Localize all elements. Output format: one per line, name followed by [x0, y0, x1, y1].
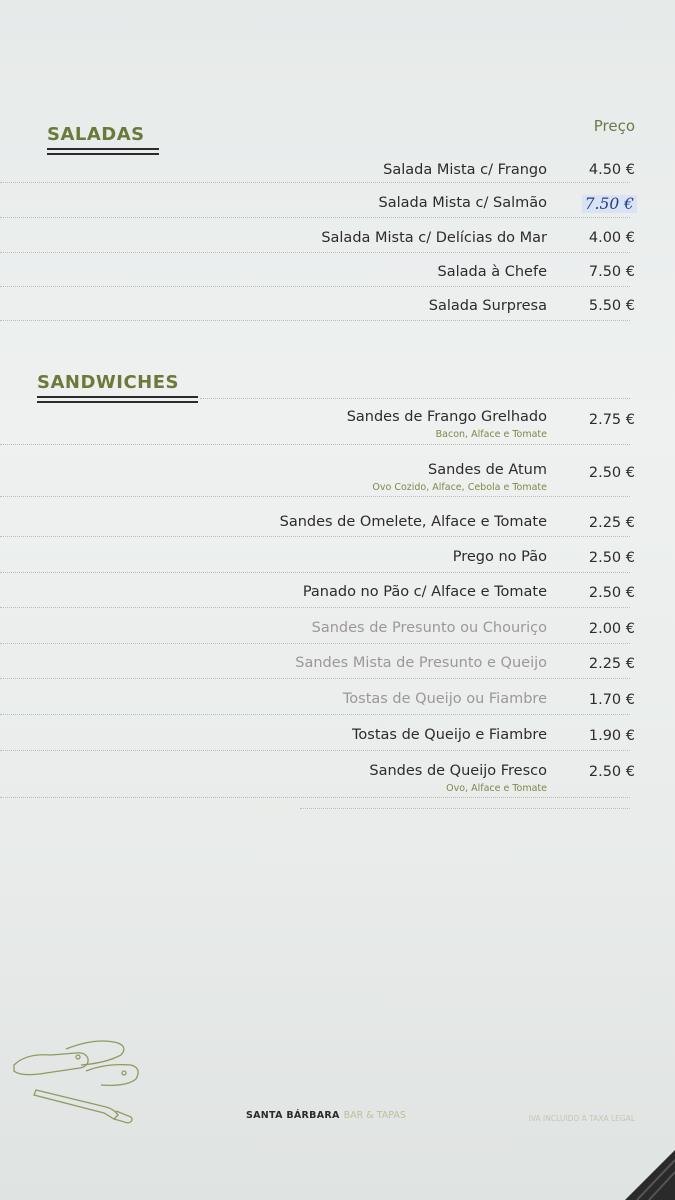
item-name: Sandes de Omelete, Alface e Tomate	[279, 514, 547, 530]
item-price: 2.50 €	[588, 585, 635, 601]
brand-name: SANTA BÁRBARA	[246, 1110, 340, 1121]
item-name: Tostas de Queijo e Fiambre	[352, 727, 547, 743]
dotted-leader	[0, 286, 630, 287]
dotted-leader	[300, 808, 630, 809]
item-name: Salada Surpresa	[428, 298, 547, 314]
dotted-leader	[0, 714, 630, 715]
price-column-header: Preço	[593, 117, 635, 135]
title-underline	[47, 153, 159, 155]
item-price: 4.50 €	[588, 162, 635, 178]
corner-decoration	[625, 1150, 675, 1200]
item-name: Panado no Pão c/ Alface e Tomate	[302, 584, 547, 600]
item-price: 4.00 €	[588, 230, 635, 246]
item-price: 7.50 €	[588, 264, 635, 280]
item-name: Sandes Mista de Presunto e Queijo	[295, 655, 547, 671]
item-price-handwritten: 7.50 €	[581, 195, 637, 213]
item-name: Prego no Pão	[452, 549, 547, 565]
sausage-knife-illustration	[13, 1040, 139, 1124]
item-name: Tostas de Queijo ou Fiambre	[342, 691, 547, 707]
dotted-leader	[0, 444, 630, 445]
tax-note: IVA INCLUÍDO À TAXA LEGAL	[528, 1114, 635, 1123]
item-name: Salada Mista c/ Frango	[383, 162, 547, 178]
dotted-leader	[0, 572, 630, 573]
item-price: 1.90 €	[588, 728, 635, 744]
title-underline	[47, 148, 159, 150]
dotted-leader	[0, 320, 630, 321]
item-price: 2.25 €	[588, 515, 635, 531]
section-title-saladas: SALADAS	[47, 124, 159, 155]
item-price: 2.25 €	[588, 656, 635, 672]
section-title-sandwiches: SANDWICHES	[37, 372, 198, 403]
item-price: 2.00 €	[588, 621, 635, 637]
dotted-leader	[0, 217, 630, 218]
menu-page: SALADAS Preço Salada Mista c/ Frango 4.5…	[0, 0, 675, 1200]
footer-brand: SANTA BÁRBARA BAR & TAPAS	[246, 1110, 406, 1121]
item-price: 2.75 €	[588, 412, 635, 428]
item-price: 2.50 €	[588, 550, 635, 566]
title-underline	[37, 396, 198, 398]
dotted-leader	[0, 496, 630, 497]
item-description: Ovo, Alface e Tomate	[446, 783, 547, 794]
item-price: 1.70 €	[588, 692, 635, 708]
item-name: Salada Mista c/ Delícias do Mar	[321, 230, 547, 246]
dotted-leader	[0, 678, 630, 679]
item-price: 2.50 €	[588, 764, 635, 780]
item-name: Sandes de Atum	[428, 462, 547, 478]
dotted-leader	[200, 398, 630, 399]
item-name: Sandes de Queijo Fresco	[369, 763, 547, 779]
item-name: Sandes de Frango Grelhado	[346, 409, 547, 425]
item-name: Sandes de Presunto ou Chouriço	[311, 620, 547, 636]
item-name: Salada à Chefe	[437, 264, 547, 280]
item-description: Ovo Cozido, Alface, Cebola e Tomate	[372, 482, 547, 493]
item-price: 5.50 €	[588, 298, 635, 314]
item-name: Salada Mista c/ Salmão	[378, 195, 547, 211]
brand-tagline: BAR & TAPAS	[343, 1110, 406, 1121]
title-underline	[37, 401, 198, 403]
dotted-leader	[0, 797, 630, 798]
dotted-leader	[0, 252, 630, 253]
dotted-leader	[0, 536, 630, 537]
sandwiches-title-text: SANDWICHES	[37, 372, 179, 393]
dotted-leader	[0, 607, 630, 608]
dotted-leader	[0, 643, 630, 644]
dotted-leader	[0, 182, 630, 183]
dotted-leader	[0, 750, 630, 751]
saladas-title-text: SALADAS	[47, 124, 145, 145]
item-price: 2.50 €	[588, 465, 635, 481]
item-description: Bacon, Alface e Tomate	[435, 429, 547, 440]
